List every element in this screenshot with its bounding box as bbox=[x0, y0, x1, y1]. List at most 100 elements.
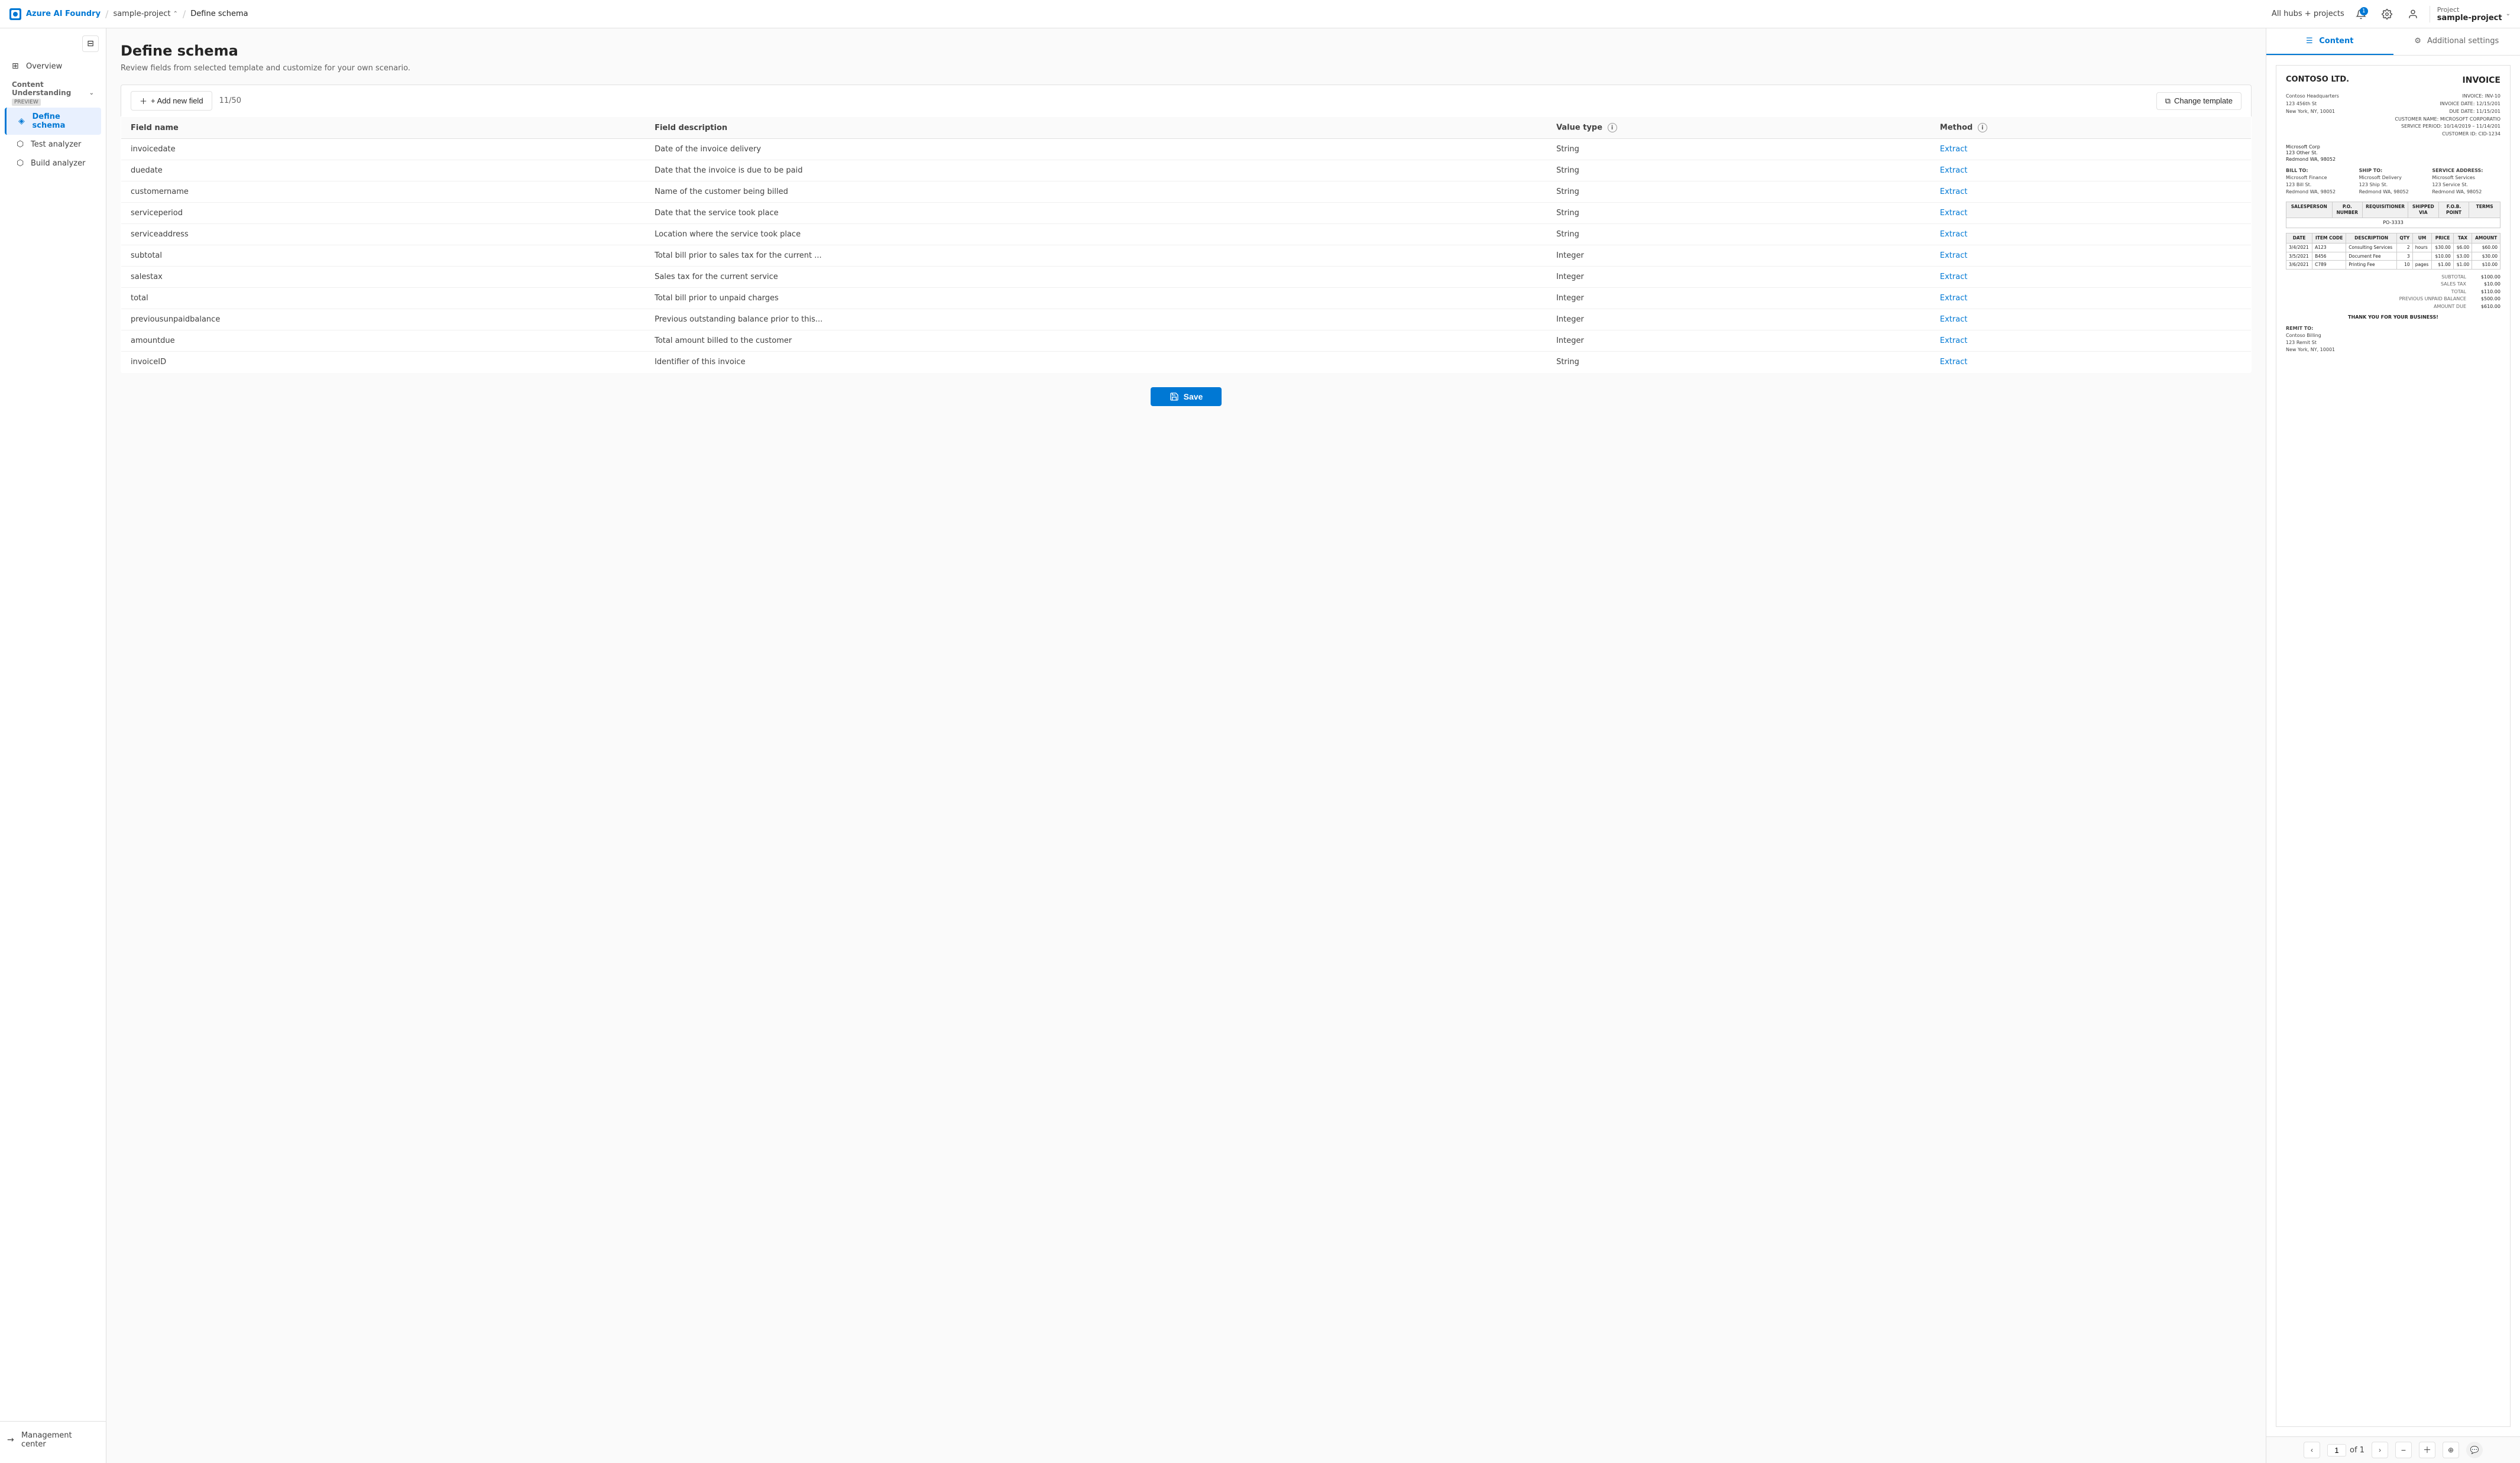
user-button[interactable] bbox=[2404, 5, 2422, 24]
inv-cell-tax: $6.00 bbox=[2453, 243, 2472, 252]
nav-left: Azure AI Foundry / sample-project ⌃ / De… bbox=[9, 8, 248, 20]
cell-valuetype: String bbox=[1547, 224, 1931, 245]
inv-cell-um: hours bbox=[2412, 243, 2432, 252]
invoice-table-header: SALESPERSON P.O. NUMBER REQUISITIONER SH… bbox=[2286, 202, 2500, 218]
nav-right: All hubs + projects 1 Project sample-pro… bbox=[2272, 5, 2511, 24]
sidebar-group-chevron-icon: ⌄ bbox=[89, 90, 94, 96]
nav-brand[interactable]: Azure AI Foundry bbox=[26, 9, 101, 18]
notifications-button[interactable]: 1 bbox=[2351, 5, 2370, 24]
inv-cell-desc: Document Fee bbox=[2346, 252, 2397, 261]
add-field-label: + Add new field bbox=[151, 96, 203, 105]
save-button[interactable]: Save bbox=[1151, 387, 1222, 406]
zoom-out-button[interactable]: − bbox=[2395, 1442, 2412, 1458]
page-total-label: of 1 bbox=[2350, 1446, 2364, 1455]
prev-page-button[interactable]: ‹ bbox=[2304, 1442, 2320, 1458]
sidebar-toggle-button[interactable]: ⊟ bbox=[82, 35, 99, 52]
add-field-button[interactable]: ＋ + Add new field bbox=[131, 91, 212, 111]
inv-th-terms: TERMS bbox=[2469, 202, 2500, 218]
sidebar-item-management-center[interactable]: → Management center bbox=[0, 1426, 106, 1454]
table-row: serviceaddress Location where the servic… bbox=[121, 224, 2252, 245]
cell-fielddescription: Identifier of this invoice bbox=[645, 352, 1547, 373]
remit-to-block: REMIT TO: Contoso Billing 123 Remit St N… bbox=[2286, 325, 2500, 353]
schema-table: Field name Field description Value type … bbox=[121, 116, 2252, 373]
reset-view-button[interactable]: ⊕ bbox=[2443, 1442, 2459, 1458]
inv-cell-code: B456 bbox=[2312, 252, 2346, 261]
invoice-addresses: BILL TO: Microsoft Finance 123 Bill St. … bbox=[2286, 167, 2500, 196]
cell-valuetype: String bbox=[1547, 352, 1931, 373]
sidebar-item-label-build-analyzer: Build analyzer bbox=[31, 159, 85, 168]
toolbar-left: ＋ + Add new field 11/50 bbox=[131, 91, 241, 111]
invoice-header: CONTOSO LTD. INVOICE bbox=[2286, 75, 2500, 86]
zoom-in-button[interactable]: ＋ bbox=[2419, 1442, 2435, 1458]
col-header-method: Method i bbox=[1931, 117, 2252, 139]
schema-area: Define schema Review fields from selecte… bbox=[106, 28, 2266, 1463]
inv-cell-date: 3/5/2021 bbox=[2286, 252, 2312, 261]
feedback-button[interactable]: 💬 bbox=[2466, 1442, 2483, 1458]
inv-cell-code: C789 bbox=[2312, 261, 2346, 270]
sidebar-item-test-analyzer[interactable]: ⬡ Test analyzer bbox=[5, 135, 101, 154]
content-tab-label: Content bbox=[2319, 37, 2353, 46]
main-layout: ⊟ ⊞ Overview Content Understanding PREVI… bbox=[0, 28, 2520, 1463]
top-nav: Azure AI Foundry / sample-project ⌃ / De… bbox=[0, 0, 2520, 28]
cell-fieldname: serviceperiod bbox=[121, 203, 646, 224]
inv-cell-amount: $60.00 bbox=[2472, 243, 2500, 252]
table-row: salestax Sales tax for the current servi… bbox=[121, 267, 2252, 288]
sidebar-item-label-define-schema: Define schema bbox=[33, 112, 94, 130]
inv-cell-date: 3/4/2021 bbox=[2286, 243, 2312, 252]
next-page-button[interactable]: › bbox=[2372, 1442, 2388, 1458]
service-address-block: SERVICE ADDRESS: Microsoft Services 123 … bbox=[2432, 167, 2500, 196]
cell-fielddescription: Total bill prior to unpaid charges bbox=[645, 288, 1547, 309]
cell-method: Extract bbox=[1931, 139, 2252, 160]
sidebar-item-build-analyzer[interactable]: ⬡ Build analyzer bbox=[5, 154, 101, 173]
cell-method: Extract bbox=[1931, 267, 2252, 288]
valuetype-info-icon[interactable]: i bbox=[1608, 123, 1617, 132]
totals-subtotal: SUBTOTAL $100.00 bbox=[2286, 274, 2500, 280]
col-header-fieldname: Field name bbox=[121, 117, 646, 139]
notification-badge: 1 bbox=[2360, 7, 2368, 15]
sidebar-group-content-understanding[interactable]: Content Understanding PREVIEW ⌄ bbox=[5, 76, 101, 108]
cell-valuetype: Integer bbox=[1547, 330, 1931, 352]
management-center-icon: → bbox=[7, 1435, 17, 1445]
tab-additional-settings[interactable]: ⚙ Additional settings bbox=[2393, 28, 2520, 55]
settings-tab-icon: ⚙ bbox=[2414, 37, 2421, 46]
cell-method: Extract bbox=[1931, 245, 2252, 267]
project-chevron-icon[interactable]: ⌄ bbox=[2506, 11, 2511, 17]
nav-hubs-link[interactable]: All hubs + projects bbox=[2272, 9, 2344, 18]
bill-to-block: BILL TO: Microsoft Finance 123 Bill St. … bbox=[2286, 167, 2354, 196]
inv-cell-qty: 3 bbox=[2396, 252, 2412, 261]
settings-button[interactable] bbox=[2378, 5, 2396, 24]
table-row: customername Name of the customer being … bbox=[121, 181, 2252, 203]
sidebar: ⊟ ⊞ Overview Content Understanding PREVI… bbox=[0, 28, 106, 1463]
sidebar-item-overview[interactable]: ⊞ Overview bbox=[5, 57, 101, 76]
invoice-title-label: INVOICE bbox=[2463, 75, 2500, 86]
page-number-input[interactable]: 1 bbox=[2327, 1444, 2346, 1456]
inv-th-req: REQUISITIONER bbox=[2363, 202, 2408, 218]
sidebar-item-define-schema[interactable]: ◈ Define schema bbox=[5, 108, 101, 135]
po-row: PO-3333 bbox=[2286, 218, 2500, 228]
company-name: CONTOSO LTD. bbox=[2286, 75, 2349, 86]
inv-data-row: 3/4/2021 A123 Consulting Services 2 hour… bbox=[2286, 243, 2500, 252]
change-template-button[interactable]: ⧉ Change template bbox=[2156, 92, 2242, 110]
build-analyzer-icon: ⬡ bbox=[17, 158, 26, 168]
invoice-address-block: Contoso Headquarters 123 456th St New Yo… bbox=[2286, 93, 2339, 138]
inv-cell-desc: Consulting Services bbox=[2346, 243, 2397, 252]
sidebar-bottom: → Management center bbox=[0, 1421, 106, 1458]
table-row: invoiceID Identifier of this invoice Str… bbox=[121, 352, 2252, 373]
inv-cell-price: $30.00 bbox=[2432, 243, 2453, 252]
preview-footer: ‹ 1 of 1 › − ＋ ⊕ 💬 bbox=[2266, 1436, 2520, 1463]
tab-content[interactable]: ☰ Content bbox=[2266, 28, 2393, 55]
method-info-icon[interactable]: i bbox=[1978, 123, 1987, 132]
inv-cell-tax: $3.00 bbox=[2453, 252, 2472, 261]
cell-fielddescription: Total amount billed to the customer bbox=[645, 330, 1547, 352]
cell-fielddescription: Date of the invoice delivery bbox=[645, 139, 1547, 160]
cell-method: Extract bbox=[1931, 309, 2252, 330]
inv-cell-date: 3/6/2021 bbox=[2286, 261, 2312, 270]
inv-cell-qty: 10 bbox=[2396, 261, 2412, 270]
inv-th-shipped: SHIPPED VIA bbox=[2408, 202, 2439, 218]
nav-project[interactable]: sample-project ⌃ bbox=[113, 9, 177, 18]
cell-fieldname: duedate bbox=[121, 160, 646, 181]
sidebar-group-label-text: Content Understanding PREVIEW bbox=[12, 80, 89, 105]
sidebar-item-label-management-center: Management center bbox=[21, 1431, 99, 1449]
cell-valuetype: Integer bbox=[1547, 309, 1931, 330]
cell-valuetype: Integer bbox=[1547, 245, 1931, 267]
